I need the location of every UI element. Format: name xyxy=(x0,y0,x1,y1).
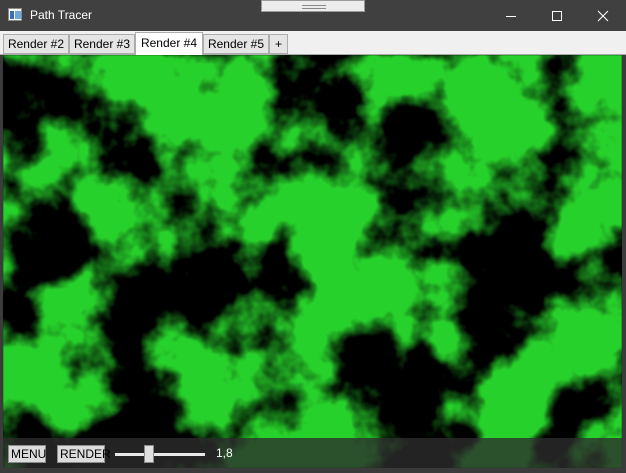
slider-value: 1,8 xyxy=(216,446,233,460)
drag-grip[interactable] xyxy=(261,0,365,12)
slider-track xyxy=(115,453,205,456)
window-title: Path Tracer xyxy=(30,8,93,22)
maximize-icon xyxy=(552,10,562,21)
window-bottom-edge xyxy=(0,468,626,473)
minimize-icon xyxy=(506,15,516,17)
close-icon xyxy=(597,10,609,21)
add-tab-button[interactable]: + xyxy=(269,34,288,54)
render-viewport[interactable]: MENU RENDER 1,8 xyxy=(3,55,622,468)
tab-render-5[interactable]: Render #5 xyxy=(203,34,269,54)
title-bar: Path Tracer xyxy=(0,0,626,31)
tab-render-2[interactable]: Render #2 xyxy=(3,34,69,54)
maximize-button[interactable] xyxy=(534,0,580,31)
menu-button[interactable]: MENU xyxy=(8,445,46,463)
tab-render-4[interactable]: Render #4 xyxy=(135,32,203,55)
render-button[interactable]: RENDER xyxy=(57,445,111,463)
minimize-button[interactable] xyxy=(488,0,534,31)
render-toolbar: MENU RENDER 1,8 xyxy=(3,438,622,468)
close-button[interactable] xyxy=(580,0,626,31)
slider-thumb[interactable] xyxy=(144,445,154,463)
tab-bar: Render #2 Render #3 Render #4 Render #5 … xyxy=(0,31,626,55)
render-image xyxy=(3,55,622,468)
tab-render-3[interactable]: Render #3 xyxy=(69,34,135,54)
sample-slider[interactable] xyxy=(115,445,205,463)
app-icon xyxy=(8,8,22,21)
